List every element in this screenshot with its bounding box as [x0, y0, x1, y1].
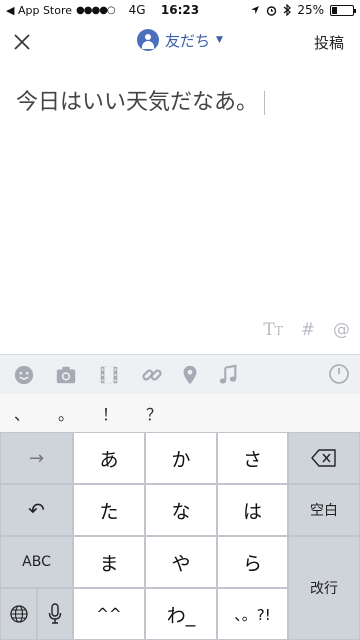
- compose-text-area[interactable]: 今日はいい天気だなあ。: [16, 84, 344, 324]
- kana-key-modifier[interactable]: ^^: [73, 588, 145, 640]
- enter-key[interactable]: 改行: [288, 536, 360, 640]
- post-button[interactable]: 投稿: [314, 32, 344, 53]
- audience-selector[interactable]: 友だち ▼: [0, 29, 360, 51]
- mic-icon: [48, 603, 62, 624]
- avatar: [137, 29, 160, 51]
- globe-key[interactable]: [0, 588, 37, 640]
- timer-icon[interactable]: [328, 363, 350, 385]
- text-cursor: [264, 91, 266, 115]
- location-pin-icon[interactable]: [178, 364, 202, 386]
- punct-key[interactable]: ！: [88, 401, 132, 425]
- text-style-icon[interactable]: TT: [263, 320, 282, 340]
- link-icon[interactable]: [140, 364, 164, 386]
- abc-key[interactable]: ABC: [0, 536, 73, 588]
- delete-icon: [311, 449, 336, 467]
- kana-key-a[interactable]: あ: [73, 432, 145, 484]
- battery-icon: [330, 4, 356, 16]
- status-bar: ◀ App Store ●●●●○ 4G 16:23 25%: [0, 0, 360, 20]
- kana-key-ma[interactable]: ま: [73, 536, 145, 588]
- mic-key[interactable]: [37, 588, 73, 640]
- camera-icon[interactable]: [54, 364, 78, 386]
- person-icon-head: [145, 34, 152, 40]
- battery-level: [332, 6, 337, 14]
- hashtag-icon[interactable]: #: [301, 320, 315, 340]
- mention-icon[interactable]: @: [333, 320, 350, 340]
- delete-key[interactable]: [288, 432, 360, 484]
- emoji-icon[interactable]: [12, 364, 36, 386]
- punct-key[interactable]: ？: [132, 401, 176, 425]
- arrow-key[interactable]: →: [0, 432, 73, 484]
- kana-key-wa[interactable]: わ_: [145, 588, 217, 640]
- keyboard: → ↶ ABC あ か さ た な は ま や ら ^^ わ_ 、。?! 空白 …: [0, 432, 360, 640]
- person-icon-body: [142, 41, 155, 49]
- status-bar-right: 25%: [250, 3, 356, 17]
- undo-key[interactable]: ↶: [0, 484, 73, 536]
- punct-key[interactable]: 。: [44, 401, 88, 425]
- music-icon[interactable]: [216, 364, 240, 386]
- battery-percent: 25%: [297, 3, 324, 17]
- punctuation-row: 、 。 ！ ？: [0, 394, 360, 432]
- space-key[interactable]: 空白: [288, 484, 360, 536]
- kana-key-ta[interactable]: た: [73, 484, 145, 536]
- kana-key-sa[interactable]: さ: [217, 432, 288, 484]
- chevron-down-icon: ▼: [216, 35, 223, 45]
- compose-header: 友だち ▼ 投稿: [0, 20, 360, 64]
- location-icon: [251, 6, 260, 14]
- kana-key-ya[interactable]: や: [145, 536, 217, 588]
- kana-key-ra[interactable]: ら: [217, 536, 288, 588]
- alarm-icon: [267, 5, 277, 16]
- audience-label: 友だち: [165, 31, 211, 50]
- kana-key-ha[interactable]: は: [217, 484, 288, 536]
- bluetooth-icon: [283, 4, 292, 16]
- kana-key-ka[interactable]: か: [145, 432, 217, 484]
- format-bar: TT # @: [263, 320, 350, 340]
- attachment-toolbar: [0, 354, 360, 394]
- kana-key-na[interactable]: な: [145, 484, 217, 536]
- video-icon[interactable]: [97, 364, 121, 386]
- globe-icon: [9, 605, 28, 623]
- compose-text: 今日はいい天気だなあ。: [16, 90, 259, 115]
- punct-key[interactable]: 、: [0, 401, 44, 425]
- kana-key-punctuation[interactable]: 、。?!: [217, 588, 288, 640]
